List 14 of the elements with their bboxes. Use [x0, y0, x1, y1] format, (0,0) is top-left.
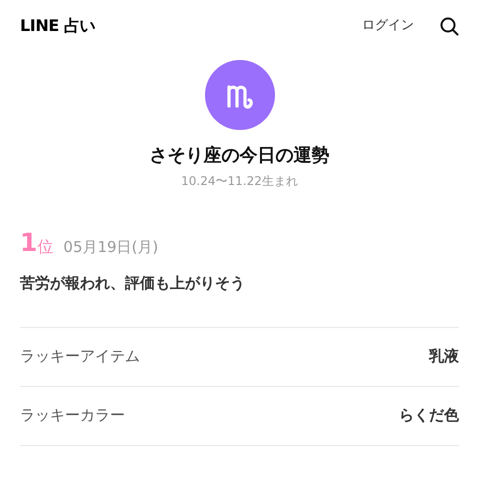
lucky-label: ラッキーカラー [20, 405, 125, 426]
zodiac-sign-icon [204, 60, 274, 130]
rank-number: 1 [20, 230, 38, 255]
logo[interactable]: LINE 占い [20, 14, 96, 38]
birth-date-range: 10.24〜11.22生まれ [181, 173, 298, 190]
fortune-date: 05月19日(月) [63, 240, 158, 255]
search-icon[interactable] [440, 16, 459, 36]
rank-suffix: 位 [37, 239, 54, 255]
login-link[interactable]: ログイン [362, 16, 414, 36]
lucky-value: 乳液 [429, 346, 459, 368]
fortune-title: さそり座の今日の運勢 [150, 144, 330, 168]
lucky-label: ラッキーアイテム [20, 346, 140, 368]
fortune-summary: 苦労が報われ、評価も上がりそう [20, 273, 246, 294]
lucky-value: らくだ色 [399, 405, 459, 426]
